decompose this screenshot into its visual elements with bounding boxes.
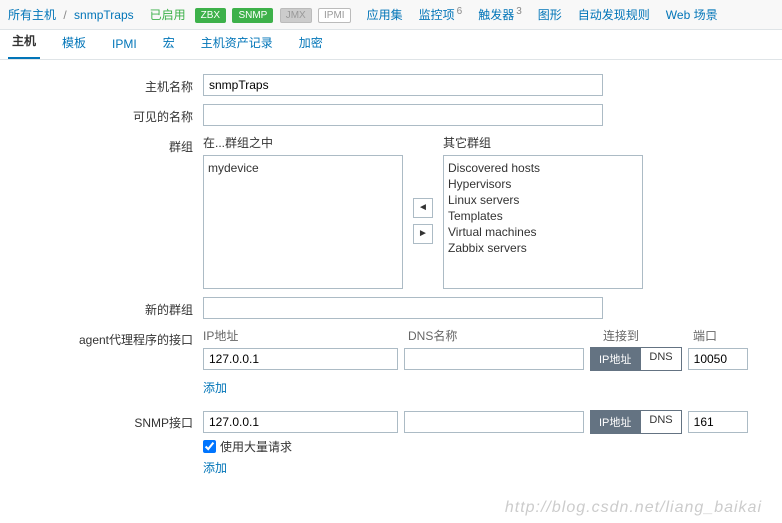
link-items[interactable]: 监控项 [419,8,455,22]
agent-conn-dns[interactable]: DNS [640,347,681,371]
badge-zbx: ZBX [195,8,226,23]
tab-host[interactable]: 主机 [8,26,40,59]
agent-dns-input[interactable] [404,348,584,370]
new-group-input[interactable] [203,297,603,319]
watermark: http://blog.csdn.net/liang_baikai [505,499,762,517]
host-name-label: 主机名称 [8,74,203,96]
agent-conn-ip[interactable]: IP地址 [590,347,640,371]
snmp-conn-ip[interactable]: IP地址 [590,410,640,434]
snmp-ip-input[interactable] [203,411,398,433]
breadcrumb-all-hosts[interactable]: 所有主机 [8,8,56,22]
list-item[interactable]: Linux servers [448,192,638,208]
list-item[interactable]: Zabbix servers [448,240,638,256]
snmp-conn-dns[interactable]: DNS [640,410,681,434]
move-left-button[interactable]: ◄ [413,198,433,218]
host-name-input[interactable] [203,74,603,96]
col-dns: DNS名称 [408,327,603,344]
snmp-dns-input[interactable] [404,411,584,433]
tab-ipmi[interactable]: IPMI [108,31,141,59]
tab-macros[interactable]: 宏 [159,28,179,59]
list-item[interactable]: mydevice [208,160,398,176]
link-web[interactable]: Web 场景 [666,6,718,23]
items-count: 6 [457,6,463,17]
form-area: 主机名称 可见的名称 群组 在...群组之中 mydevice ◄ ► 其它群组… [0,60,782,492]
tab-templates[interactable]: 模板 [58,28,90,59]
link-apps[interactable]: 应用集 [367,6,403,23]
snmp-if-label: SNMP接口 [8,410,203,476]
snmp-port-input[interactable] [688,411,748,433]
bulk-checkbox[interactable] [203,440,216,453]
agent-add-link[interactable]: 添加 [203,379,227,396]
list-item[interactable]: Virtual machines [448,224,638,240]
link-triggers[interactable]: 触发器 [478,8,514,22]
visible-name-input[interactable] [203,104,603,126]
new-group-label: 新的群组 [8,297,203,319]
groups-label: 群组 [8,134,203,289]
in-groups-label: 在...群组之中 [203,134,403,151]
agent-conn-toggle: IP地址 DNS [590,347,682,371]
badge-snmp: SNMP [232,8,273,23]
visible-name-label: 可见的名称 [8,104,203,126]
snmp-add-link[interactable]: 添加 [203,459,227,476]
breadcrumb-current: snmpTraps [74,8,134,22]
breadcrumb-sep: / [63,8,66,22]
agent-port-input[interactable] [688,348,748,370]
list-item[interactable]: Discovered hosts [448,160,638,176]
tab-inventory[interactable]: 主机资产记录 [197,28,277,59]
in-groups-listbox[interactable]: mydevice [203,155,403,289]
other-groups-listbox[interactable]: Discovered hostsHypervisorsLinux servers… [443,155,643,289]
col-ip: IP地址 [203,327,408,344]
status-enabled[interactable]: 已启用 [150,6,186,23]
move-right-button[interactable]: ► [413,224,433,244]
tab-encryption[interactable]: 加密 [295,28,327,59]
breadcrumb: 所有主机 / snmpTraps [8,6,134,23]
snmp-conn-toggle: IP地址 DNS [590,410,682,434]
badge-ipmi: IPMI [318,8,351,23]
other-groups-label: 其它群组 [443,134,643,151]
agent-ip-input[interactable] [203,348,398,370]
page-header: 所有主机 / snmpTraps 已启用 ZBX SNMP JMX IPMI 应… [0,0,782,30]
col-port: 端口 [693,327,753,344]
bulk-label: 使用大量请求 [220,438,292,455]
col-conn: 连接到 [603,327,693,344]
badge-jmx: JMX [280,8,312,23]
tabs: 主机 模板 IPMI 宏 主机资产记录 加密 [0,30,782,60]
agent-if-label: agent代理程序的接口 [8,327,203,396]
link-discovery[interactable]: 自动发现规则 [578,6,650,23]
link-graphs[interactable]: 图形 [538,6,562,23]
triggers-count: 3 [516,6,522,17]
list-item[interactable]: Hypervisors [448,176,638,192]
list-item[interactable]: Templates [448,208,638,224]
